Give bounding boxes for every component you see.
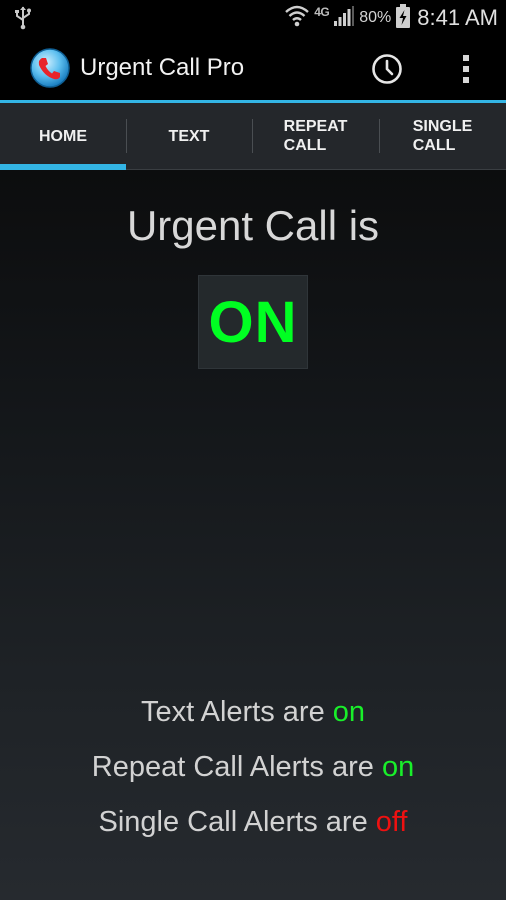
- battery-charging-icon: [396, 3, 411, 33]
- app-icon[interactable]: [30, 48, 70, 88]
- battery-percent: 80%: [359, 9, 392, 26]
- selected-tab-indicator: [0, 164, 126, 170]
- status-heading: Urgent Call is: [126, 202, 380, 249]
- signal-icon: [334, 5, 355, 31]
- tab-repeat-call-label: REPEAT CALL: [283, 118, 348, 154]
- urgent-call-state: ON: [208, 289, 298, 355]
- repeat-call-alerts-label: Repeat Call Alerts are: [91, 751, 374, 783]
- single-call-alerts-label: Single Call Alerts are: [98, 806, 368, 838]
- wifi-icon: [285, 5, 310, 32]
- repeat-call-alerts-status: Repeat Call Alerts are on: [0, 751, 506, 784]
- app-title: Urgent Call Pro: [80, 54, 245, 81]
- urgent-call-toggle[interactable]: ON: [198, 275, 308, 369]
- status-bar: 4G 80% 8:41 AM: [0, 0, 506, 36]
- overflow-menu-button[interactable]: [452, 50, 480, 88]
- overflow-menu-icon: [463, 55, 469, 83]
- history-icon: [372, 54, 402, 84]
- usb-icon: [14, 6, 32, 35]
- tab-repeat-call[interactable]: REPEAT CALL: [252, 103, 379, 169]
- tab-home-label: HOME: [39, 127, 87, 145]
- status-time: 8:41 AM: [417, 5, 498, 30]
- history-button[interactable]: [368, 50, 406, 88]
- action-bar: Urgent Call Pro: [0, 36, 506, 100]
- status-icons: 4G 80% 8:41 AM: [285, 0, 498, 36]
- tab-text-label: TEXT: [168, 127, 210, 145]
- text-alerts-label: Text Alerts are: [140, 696, 325, 728]
- repeat-call-alerts-value: on: [381, 751, 415, 783]
- text-alerts-status: Text Alerts are on: [0, 696, 506, 729]
- single-call-alerts-value: off: [375, 806, 408, 838]
- single-call-alerts-status: Single Call Alerts are off: [0, 806, 506, 839]
- text-alerts-value: on: [332, 696, 366, 728]
- tab-bar: HOME TEXT REPEAT CALL SINGLE CALL: [0, 103, 506, 170]
- tab-single-call-label: SINGLE CALL: [412, 118, 473, 154]
- tab-single-call[interactable]: SINGLE CALL: [379, 103, 506, 169]
- screen: 4G 80% 8:41 AM Urgent Call Pro HOME TEXT…: [0, 0, 506, 900]
- tab-home[interactable]: HOME: [0, 103, 126, 169]
- tab-text[interactable]: TEXT: [126, 103, 252, 169]
- network-type: 4G: [314, 5, 330, 19]
